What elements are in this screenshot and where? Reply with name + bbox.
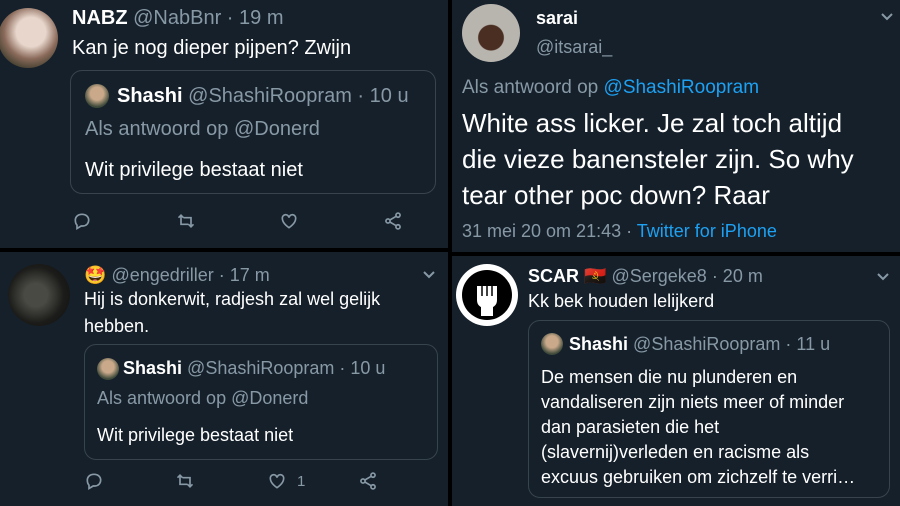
display-name: Shashi: [569, 334, 629, 354]
tweet-panel-sarai: sarai @itsarai_ Als antwoord op @ShashiR…: [452, 0, 900, 252]
reply-button[interactable]: [72, 211, 92, 231]
action-bar: [72, 210, 412, 232]
avatar[interactable]: [8, 264, 70, 326]
tweet-meta: 31 mei 20 om 21:43 · Twitter for iPhone: [462, 220, 777, 242]
handle[interactable]: @itsarai_: [536, 36, 612, 58]
timestamp: · 10 u: [357, 85, 409, 107]
retweet-icon: [176, 473, 194, 489]
quoted-header: Shashi @ShashiRoopram · 11 u: [569, 333, 830, 355]
quoted-tweet[interactable]: Shashi @ShashiRoopram · 10 u Als antwoor…: [84, 344, 438, 460]
quoted-text-line: excuus gebruiken om zichzelf te verri…: [541, 467, 856, 487]
timestamp[interactable]: · 19 m: [227, 7, 284, 29]
tweet-text-line: hebben.: [84, 316, 150, 336]
handle[interactable]: @NabBnr: [133, 7, 221, 29]
raised-fist-icon: [462, 270, 512, 320]
tweet-header: SCAR 🇦🇴 @Sergeke8 · 20 m: [528, 265, 763, 287]
chevron-down-icon[interactable]: [422, 268, 436, 282]
handle: @ShashiRoopram: [633, 334, 781, 354]
display-name: Shashi: [117, 85, 183, 107]
tweet-panel-engedriller: 🤩 @engedriller · 17 m Hij is donkerwit, …: [0, 252, 448, 506]
avatar[interactable]: [462, 4, 520, 62]
action-bar: 1: [84, 470, 384, 492]
timestamp: · 11 u: [785, 334, 831, 354]
reply-icon: [74, 213, 90, 230]
avatar: [97, 358, 119, 380]
handle[interactable]: @Sergeke8: [611, 266, 706, 286]
timestamp: · 10 u: [339, 358, 386, 378]
quoted-tweet[interactable]: Shashi @ShashiRoopram · 11 u De mensen d…: [528, 320, 890, 498]
share-button[interactable]: [383, 211, 403, 231]
flag-emoji: 🇦🇴: [584, 266, 607, 286]
tweet-panel-nabz: NABZ @NabBnr · 19 m Kan je nog dieper pi…: [0, 0, 448, 248]
tweet-text: Kk bek houden lelijkerd: [528, 291, 715, 311]
display-name[interactable]: NABZ: [72, 7, 128, 29]
handle[interactable]: @engedriller: [111, 265, 213, 285]
timestamp[interactable]: · 20 m: [712, 266, 763, 286]
client-link[interactable]: Twitter for iPhone: [637, 221, 777, 241]
retweet-icon: [177, 213, 195, 229]
tweet-header: NABZ @NabBnr · 19 m: [72, 6, 283, 30]
quoted-header: Shashi @ShashiRoopram · 10 u: [117, 84, 409, 108]
tweet-text-line: White ass licker. Je zal toch altijd: [462, 108, 843, 138]
reply-context: Als antwoord op @Donerd: [97, 388, 309, 408]
avatar: [541, 333, 563, 355]
like-button[interactable]: [279, 211, 299, 231]
quoted-tweet[interactable]: Shashi @ShashiRoopram · 10 u Als antwoor…: [70, 70, 436, 194]
like-count: 1: [297, 472, 306, 490]
reply-context: Als antwoord op @ShashiRoopram: [462, 76, 759, 100]
tweet-text: Kan je nog dieper pijpen? Zwijn: [72, 37, 352, 59]
quoted-text-line: vandaliseren zijn niets meer of minder: [541, 392, 845, 412]
quoted-text-line: (slavernij)verleden en racisme als: [541, 442, 810, 462]
quoted-text: Wit privilege bestaat niet: [85, 159, 303, 181]
quoted-text-line: dan parasieten die het: [541, 417, 720, 437]
like-icon: [269, 473, 285, 489]
reply-icon: [86, 473, 102, 490]
share-button[interactable]: [358, 471, 378, 491]
reply-handle-link[interactable]: @ShashiRoopram: [604, 77, 760, 98]
display-name[interactable]: SCAR: [528, 266, 579, 286]
like-button[interactable]: 1: [267, 471, 305, 491]
timestamp[interactable]: · 17 m: [219, 265, 270, 285]
profile-emoji: 🤩: [84, 265, 107, 285]
quoted-text: Wit privilege bestaat niet: [97, 425, 294, 445]
reply-label: Als antwoord op: [462, 77, 599, 98]
tweet-text-line: die vieze banensteler zijn. So why: [462, 144, 854, 174]
quoted-header: Shashi @ShashiRoopram · 10 u: [123, 357, 385, 379]
avatar[interactable]: [456, 264, 518, 326]
tweet-header: 🤩 @engedriller · 17 m: [84, 264, 270, 286]
tweet-text-line: Hij is donkerwit, radjesh zal wel gelijk: [84, 289, 381, 309]
share-icon: [360, 472, 376, 490]
handle: @ShashiRoopram: [187, 358, 335, 378]
avatar: [85, 84, 109, 108]
tweet-panel-scar: SCAR 🇦🇴 @Sergeke8 · 20 m Kk bek houden l…: [452, 256, 900, 506]
share-icon: [385, 212, 401, 230]
timestamp[interactable]: 31 mei 20 om 21:43 ·: [462, 221, 632, 241]
chevron-down-icon[interactable]: [876, 270, 890, 284]
tweet-text-line: tear other poc down? Raar: [462, 180, 770, 210]
retweet-button[interactable]: [175, 471, 195, 491]
display-name: Shashi: [123, 358, 183, 378]
retweet-button[interactable]: [176, 211, 196, 231]
avatar[interactable]: [0, 8, 58, 68]
chevron-down-icon[interactable]: [880, 10, 894, 24]
handle: @ShashiRoopram: [188, 85, 352, 107]
reply-button[interactable]: [84, 471, 104, 491]
like-icon: [281, 213, 297, 229]
quoted-text-line: De mensen die nu plunderen en: [541, 367, 798, 387]
reply-context: Als antwoord op @Donerd: [85, 118, 320, 140]
display-name[interactable]: sarai: [536, 7, 578, 29]
